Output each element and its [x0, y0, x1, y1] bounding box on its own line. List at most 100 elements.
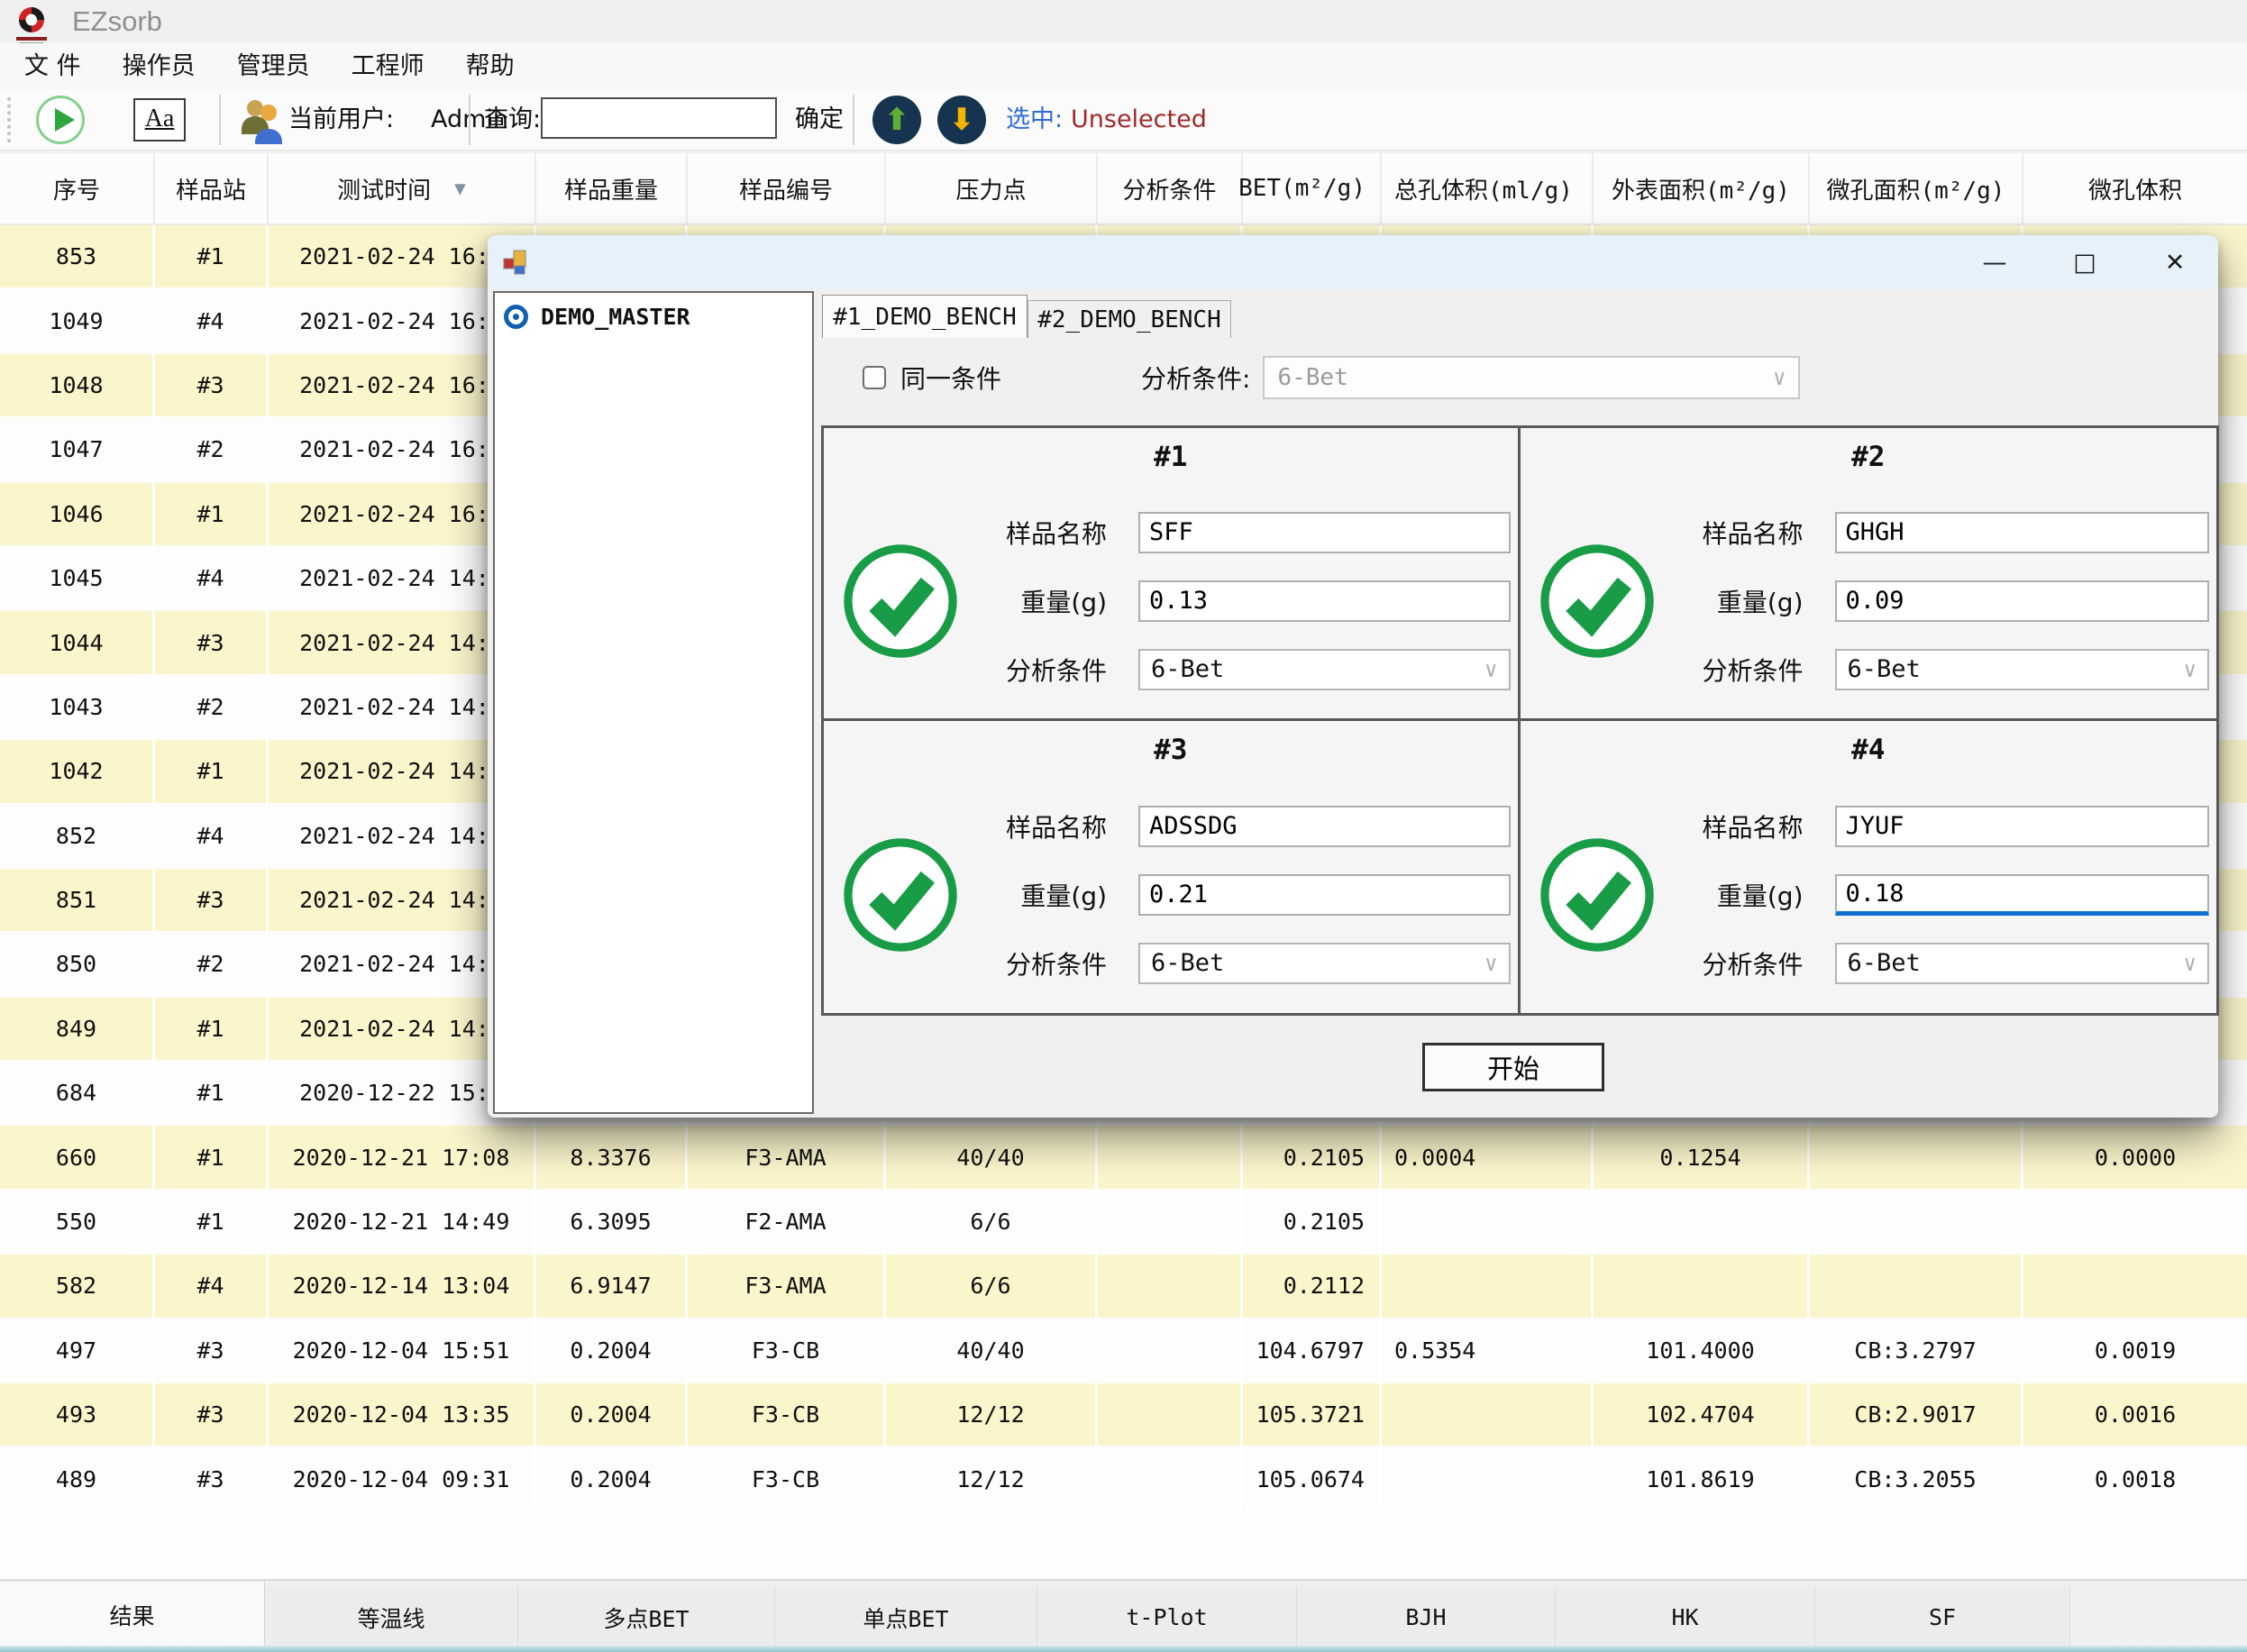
station-1-condition-select[interactable]: 6-Bet∨ — [1138, 649, 1511, 690]
table-row[interactable]: 497#32020-12-04 15:510.2004F3-CB40/40104… — [0, 1319, 2247, 1383]
bottom-tab-3[interactable]: 多点BET — [518, 1587, 775, 1647]
station-3-condition-select[interactable]: 6-Bet∨ — [1138, 943, 1511, 984]
move-up-button[interactable]: ⬆ — [872, 96, 921, 144]
column-header-2[interactable]: 样品站 — [155, 153, 269, 224]
toolbar-grip[interactable] — [7, 97, 11, 142]
menu-item-5[interactable]: 帮助 — [445, 43, 535, 90]
bottom-tab-8[interactable]: SF — [1815, 1587, 2070, 1647]
station-3-sample-name-input[interactable] — [1138, 806, 1511, 847]
up-arrow-icon: ⬆ — [884, 105, 910, 135]
table-cell — [1382, 1383, 1594, 1446]
table-cell: 0.2105 — [1243, 1126, 1382, 1188]
table-cell: #1 — [155, 225, 269, 288]
table-row[interactable]: 660#12020-12-21 17:088.3376F3-AMA40/400.… — [0, 1126, 2247, 1190]
column-header-9[interactable]: 总孔体积(ml/g) — [1382, 153, 1594, 224]
column-header-12[interactable]: 微孔体积 — [2023, 153, 2247, 224]
sample-name-label: 样品名称 — [1674, 515, 1804, 551]
station-4-weight-input[interactable] — [1835, 874, 2210, 916]
chevron-down-icon: ∨ — [2184, 951, 2197, 976]
table-cell: 1049 — [0, 289, 155, 351]
table-cell: 2020-12-04 15:51 — [269, 1319, 536, 1382]
tab-2-demo-bench[interactable]: #2_DEMO_BENCH — [1028, 300, 1231, 338]
table-cell — [1594, 1191, 1810, 1253]
column-header-5[interactable]: 样品编号 — [688, 153, 886, 224]
analysis-condition-label: 分析条件 — [1674, 945, 1804, 981]
start-button[interactable]: 开始 — [1422, 1043, 1604, 1091]
ready-check-icon — [824, 777, 977, 1014]
weight-label: 重量(g) — [1674, 877, 1804, 913]
column-header-8[interactable]: BET(m²/g) — [1243, 153, 1382, 224]
station-3-weight-input[interactable] — [1138, 874, 1511, 916]
table-cell: 0.0016 — [2023, 1383, 2247, 1446]
dialog-minimize-button[interactable]: — — [1975, 249, 2014, 277]
dialog-maximize-button[interactable]: □ — [2065, 249, 2105, 277]
table-cell — [1098, 1447, 1243, 1510]
column-header-10[interactable]: 外表面积(m²/g) — [1594, 153, 1810, 224]
table-cell: F3-CB — [688, 1319, 886, 1382]
station-4-condition-select[interactable]: 6-Bet∨ — [1835, 943, 2210, 984]
station-panel-1: #1样品名称重量(g)分析条件6-Bet∨ — [824, 428, 1521, 721]
station-2-sample-name-input[interactable] — [1835, 512, 2210, 553]
sample-name-label: 样品名称 — [977, 808, 1107, 844]
run-button[interactable] — [36, 96, 85, 144]
menu-item-4[interactable]: 工程师 — [331, 43, 445, 90]
weight-label: 重量(g) — [1674, 583, 1804, 619]
query-input[interactable] — [541, 97, 777, 139]
column-header-6[interactable]: 压力点 — [886, 153, 1098, 224]
bottom-tab-4[interactable]: 单点BET — [775, 1587, 1037, 1647]
sample-name-label: 样品名称 — [1674, 808, 1804, 844]
dialog-close-button[interactable]: ✕ — [2155, 249, 2195, 277]
table-cell: 40/40 — [886, 1319, 1098, 1382]
master-radio-item[interactable]: DEMO_MASTER — [504, 304, 812, 330]
column-header-4[interactable]: 样品重量 — [536, 153, 688, 224]
column-header-11[interactable]: 微孔面积(m²/g) — [1810, 153, 2023, 224]
station-1-sample-name-input[interactable] — [1138, 512, 1511, 553]
table-row[interactable]: 493#32020-12-04 13:350.2004F3-CB12/12105… — [0, 1383, 2247, 1447]
table-cell: #3 — [155, 869, 269, 931]
table-cell — [1382, 1447, 1594, 1510]
move-down-button[interactable]: ⬇ — [937, 96, 986, 144]
menu-item-3[interactable]: 管理员 — [216, 43, 331, 90]
table-cell: 850 — [0, 933, 155, 995]
table-cell: 1043 — [0, 676, 155, 738]
table-cell: #3 — [155, 1383, 269, 1446]
table-row[interactable]: 550#12020-12-21 14:496.3095F2-AMA6/60.21… — [0, 1191, 2247, 1255]
bottom-tab-7[interactable]: HK — [1556, 1587, 1815, 1647]
table-cell: 2020-12-04 09:31 — [269, 1447, 536, 1510]
column-header-3[interactable]: 测试时间▼ — [269, 153, 536, 224]
table-cell: 684 — [0, 1062, 155, 1124]
station-4-sample-name-input[interactable] — [1835, 806, 2210, 847]
table-cell: 1046 — [0, 483, 155, 545]
station-2-condition-select[interactable]: 6-Bet∨ — [1835, 649, 2210, 690]
table-cell: 0.2004 — [536, 1319, 688, 1382]
station-2-weight-input[interactable] — [1835, 580, 2210, 622]
column-header-1[interactable]: 序号 — [0, 153, 155, 224]
menu-item-2[interactable]: 操作员 — [102, 43, 216, 90]
table-cell: 0.1254 — [1594, 1126, 1810, 1188]
column-header-7[interactable]: 分析条件 — [1098, 153, 1243, 224]
table-cell: 0.0004 — [1382, 1126, 1594, 1188]
app-logo-icon — [13, 5, 50, 46]
bottom-tab-1[interactable]: 结果 — [0, 1581, 265, 1647]
selected-label: 选中: — [1006, 90, 1063, 150]
current-user-icon — [240, 97, 283, 144]
dialog-window-buttons: — □ ✕ — [1975, 235, 2195, 289]
station-1-weight-input[interactable] — [1138, 580, 1511, 622]
table-row[interactable]: 489#32020-12-04 09:310.2004F3-CB12/12105… — [0, 1447, 2247, 1511]
table-cell: 6.9147 — [536, 1255, 688, 1317]
bottom-tab-2[interactable]: 等温线 — [265, 1587, 518, 1647]
table-cell: 2020-12-04 13:35 — [269, 1383, 536, 1446]
table-cell: #1 — [155, 740, 269, 802]
dialog-titlebar[interactable]: — □ ✕ — [488, 235, 2218, 289]
menu-item-1[interactable]: 文 件 — [4, 43, 102, 90]
table-cell: 8.3376 — [536, 1126, 688, 1188]
font-button[interactable]: Aa — [133, 98, 186, 141]
same-condition-checkbox[interactable] — [863, 366, 886, 389]
query-confirm-button[interactable]: 确定 — [795, 90, 844, 150]
tab-1-demo-bench[interactable]: #1_DEMO_BENCH — [822, 295, 1028, 338]
table-cell — [1382, 1191, 1594, 1253]
table-row[interactable]: 582#42020-12-14 13:046.9147F3-AMA6/60.21… — [0, 1255, 2247, 1319]
table-cell: #3 — [155, 354, 269, 416]
bottom-tab-6[interactable]: BJH — [1297, 1587, 1556, 1647]
bottom-tab-5[interactable]: t-Plot — [1037, 1587, 1297, 1647]
